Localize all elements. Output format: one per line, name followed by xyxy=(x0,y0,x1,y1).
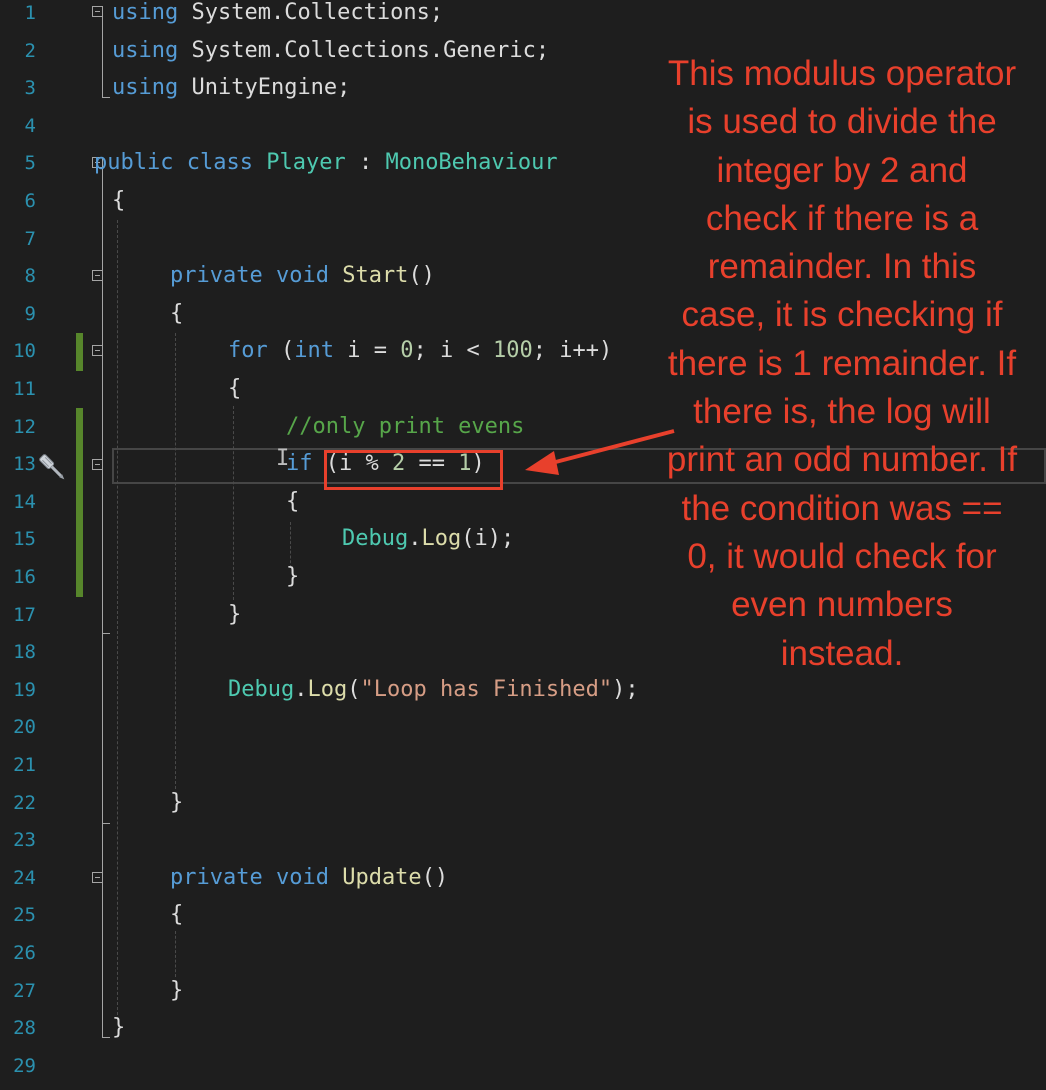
annotation-text: This modulus operator is used to divide … xyxy=(666,54,1018,673)
